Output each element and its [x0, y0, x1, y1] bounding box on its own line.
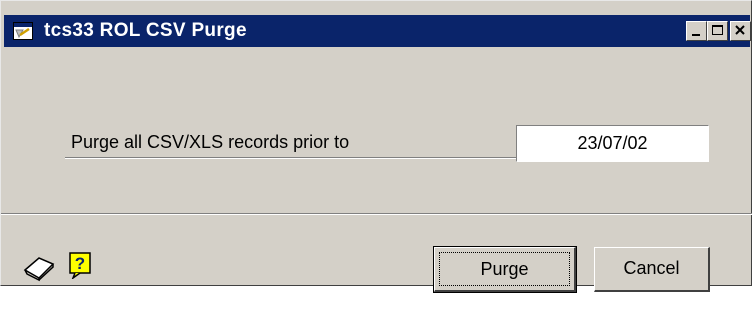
- close-icon: [735, 25, 745, 35]
- help-icon[interactable]: ?: [68, 251, 94, 279]
- app-window-icon: [13, 22, 33, 40]
- purge-button[interactable]: Purge: [433, 246, 577, 293]
- maximize-button[interactable]: [707, 21, 728, 41]
- maximize-icon: [712, 25, 723, 35]
- purge-date-field[interactable]: 23/07/02: [516, 125, 709, 162]
- window-title: tcs33 ROL CSV Purge: [44, 20, 247, 41]
- minimize-icon: [692, 34, 700, 36]
- cancel-button[interactable]: Cancel: [594, 247, 710, 292]
- minimize-button[interactable]: [686, 21, 707, 41]
- note-icon[interactable]: [23, 254, 55, 282]
- close-button[interactable]: [730, 21, 751, 41]
- button-area-separator: [1, 213, 752, 215]
- purge-dialog: tcs33 ROL CSV Purge Purge all CSV/XLS re…: [0, 0, 752, 293]
- svg-text:?: ?: [75, 254, 85, 273]
- label-underline: [65, 157, 519, 159]
- purge-prior-label: Purge all CSV/XLS records prior to: [71, 132, 350, 152]
- purge-button-label: Purge: [439, 252, 570, 286]
- title-bar[interactable]: tcs33 ROL CSV Purge: [4, 15, 751, 47]
